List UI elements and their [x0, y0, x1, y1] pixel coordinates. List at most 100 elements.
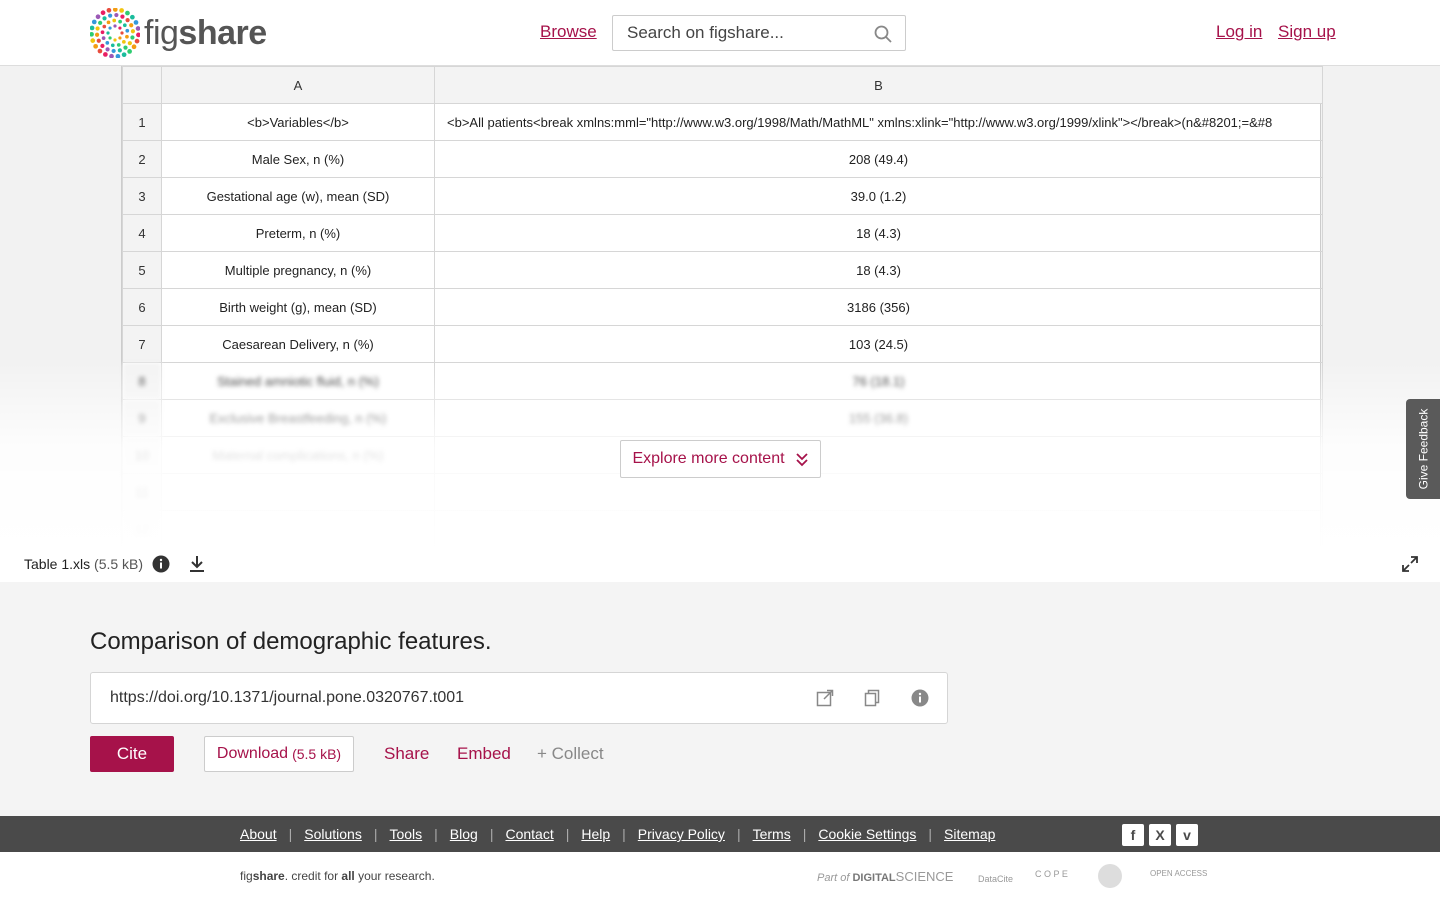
logo-dot — [125, 10, 130, 16]
digital-science-logo[interactable]: Part of DIGITALSCIENCE — [817, 869, 953, 884]
file-name: Table 1.xls (5.5 kB) — [24, 556, 144, 572]
logo-dot — [134, 38, 140, 44]
cell-b: 39.0 (1.2) — [434, 177, 1323, 215]
footer-separator: | — [928, 826, 933, 842]
cell-b: 103 (24.5) — [434, 325, 1323, 363]
seal-logo-icon[interactable] — [1098, 864, 1122, 888]
logo-dot — [136, 32, 140, 38]
logo-dot — [117, 48, 122, 53]
give-feedback-tab[interactable]: Give Feedback — [1406, 399, 1440, 499]
embed-button[interactable]: Embed — [457, 744, 511, 764]
logo-dot — [120, 31, 124, 35]
footer-separator: | — [489, 826, 494, 842]
footer-link-contact[interactable]: Contact — [505, 826, 553, 842]
column-header-row: A B — [122, 66, 1323, 104]
logo-dot — [106, 8, 112, 13]
credit-tagline: figshare. credit for all your research. — [240, 869, 435, 883]
logo-dot — [127, 41, 132, 46]
logo-dot — [110, 43, 115, 48]
logo-dot — [130, 35, 135, 40]
search-icon[interactable] — [873, 24, 893, 44]
footer-link-solutions[interactable]: Solutions — [304, 826, 362, 842]
logo-dot — [96, 38, 101, 43]
logo-dot — [93, 43, 98, 49]
logo-dot — [95, 26, 100, 31]
footer-separator: | — [736, 826, 741, 842]
logo-dot — [103, 52, 108, 57]
file-bar: Table 1.xls (5.5 kB) — [0, 546, 1440, 582]
cell-b: 3186 (356) — [434, 288, 1323, 326]
row-number: 1 — [122, 103, 162, 141]
footer-separator: | — [622, 826, 626, 842]
search-input[interactable] — [627, 23, 867, 43]
cell-a: <b>Variables</b> — [161, 103, 435, 141]
copy-icon[interactable] — [863, 689, 881, 707]
explore-more-button[interactable]: Explore more content — [620, 440, 821, 478]
facebook-icon[interactable]: f — [1122, 824, 1144, 846]
column-header-b: B — [434, 66, 1323, 104]
logo-dot — [100, 43, 105, 48]
table-row: 6 Birth weight (g), mean (SD) 3186 (356) — [122, 288, 1323, 326]
figshare-logo[interactable]: figshare — [90, 8, 267, 58]
logo-dot — [108, 36, 112, 40]
search-box[interactable] — [612, 15, 906, 51]
table-row: 4 Preterm, n (%) 18 (4.3) — [122, 214, 1323, 252]
logo-dot — [105, 41, 110, 45]
login-link[interactable]: Log in — [1216, 22, 1262, 42]
datacite-logo[interactable]: DataCite — [978, 874, 1013, 884]
cite-button[interactable]: Cite — [90, 736, 174, 772]
footer-link-cookie-settings[interactable]: Cookie Settings — [818, 826, 916, 842]
logo-dot — [111, 48, 116, 54]
logo-dot — [95, 14, 101, 20]
logo-dot — [98, 20, 103, 25]
footer-bottom: figshare. credit for all your research. … — [0, 852, 1440, 900]
cell-b: 18 (4.3) — [434, 251, 1323, 289]
open-access-logo[interactable]: OPEN ACCESS — [1150, 869, 1207, 878]
footer-link-terms[interactable]: Terms — [753, 826, 791, 842]
logo-dot — [135, 26, 140, 31]
logo-dot — [122, 39, 126, 44]
download-icon[interactable] — [188, 555, 206, 573]
logo-dot — [101, 36, 106, 41]
logo-dot — [100, 30, 105, 35]
logo-dot — [131, 44, 137, 50]
signup-link[interactable]: Sign up — [1278, 22, 1336, 42]
doi-link[interactable]: https://doi.org/10.1371/journal.pone.032… — [110, 689, 464, 707]
logo-dot — [109, 53, 114, 58]
double-chevron-down-icon — [795, 453, 808, 467]
external-link-icon[interactable] — [816, 689, 834, 707]
share-button[interactable]: Share — [384, 744, 429, 764]
logo-dot — [116, 43, 121, 47]
browse-link[interactable]: Browse — [540, 22, 597, 42]
cell-a: Birth weight (g), mean (SD) — [161, 288, 435, 326]
logo-dot — [127, 49, 132, 54]
logo-dot — [125, 34, 129, 39]
download-button[interactable]: Download (5.5 kB) — [204, 736, 354, 772]
logo-dot — [133, 20, 139, 25]
logo-dot — [112, 8, 118, 12]
info-icon[interactable] — [152, 555, 170, 573]
footer-link-sitemap[interactable]: Sitemap — [944, 826, 995, 842]
doi-info-icon[interactable] — [911, 689, 929, 707]
collect-button[interactable]: + Collect — [537, 744, 604, 764]
fullscreen-icon[interactable] — [1401, 555, 1419, 573]
footer-link-privacy-policy[interactable]: Privacy Policy — [638, 826, 725, 842]
logo-dot — [112, 18, 117, 23]
footer-link-about[interactable]: About — [240, 826, 277, 842]
footer-links: About | Solutions | Tools | Blog | Contact | Help |… — [240, 826, 995, 842]
x-twitter-icon[interactable]: X — [1149, 824, 1171, 846]
table-row: 2 Male Sex, n (%) 208 (49.4) — [122, 140, 1323, 178]
footer-link-blog[interactable]: Blog — [450, 826, 478, 842]
footer-link-tools[interactable]: Tools — [389, 826, 422, 842]
logo-dot — [130, 14, 135, 20]
row-number: 3 — [122, 177, 162, 215]
vimeo-icon[interactable]: v — [1176, 824, 1198, 846]
site-header: figshare Browse Log in Sign up — [0, 0, 1440, 66]
logo-dot — [118, 26, 122, 30]
logo-dot — [113, 24, 117, 28]
row-number: 4 — [122, 214, 162, 252]
logo-dot — [106, 20, 111, 25]
footer-separator: | — [565, 826, 570, 842]
footer-link-help[interactable]: Help — [581, 826, 610, 842]
cope-logo[interactable]: C O P E — [1035, 869, 1068, 879]
